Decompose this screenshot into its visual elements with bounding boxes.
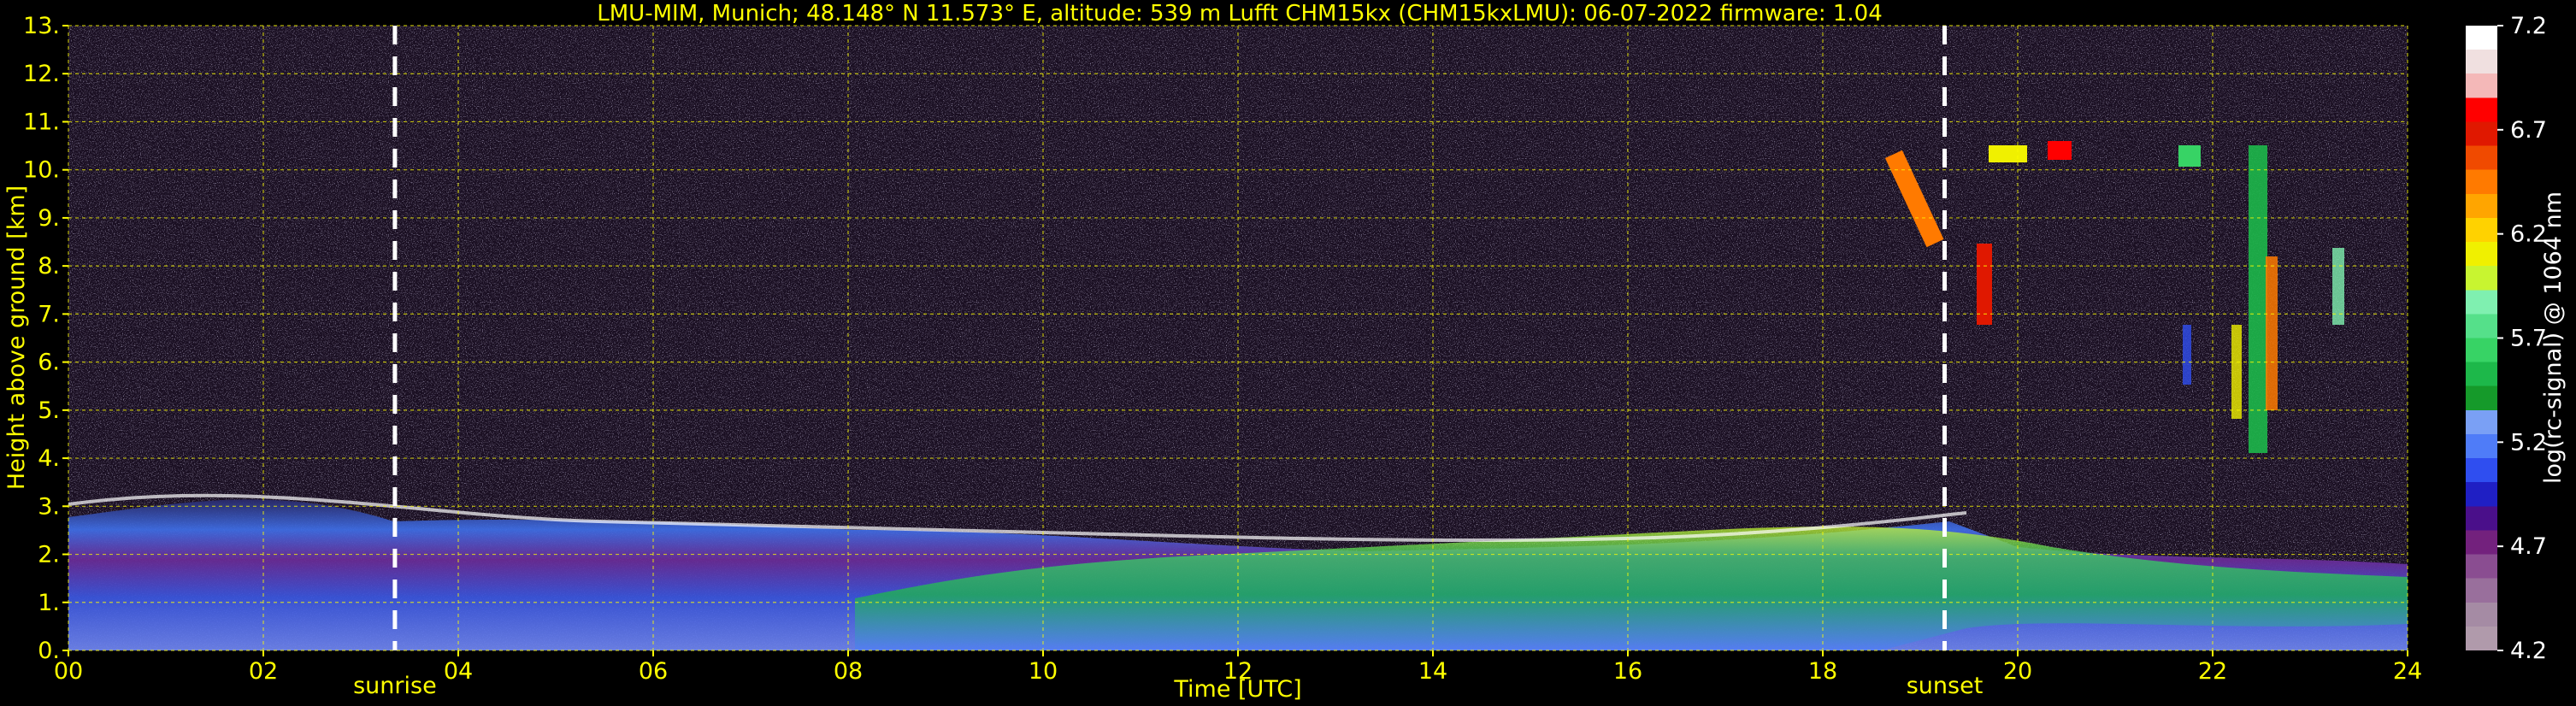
x-tick-label: 14 [1418, 658, 1447, 685]
event-label: sunrise [353, 673, 437, 699]
y-axis-label: Height above ground [km] [3, 185, 30, 490]
x-tick-label: 18 [1808, 658, 1837, 685]
cloud-streak [2048, 141, 2072, 160]
colorbar: 4.24.75.25.76.26.77.2 log(rc-signal) @ 1… [2466, 13, 2567, 664]
cloud-streak [1977, 244, 1992, 325]
colorbar-gradient [2466, 26, 2497, 650]
x-tick-label: 24 [2393, 658, 2422, 685]
cloud-streak [1989, 145, 2027, 162]
y-tick-label: 9. [38, 205, 60, 232]
x-tick-label: 04 [444, 658, 473, 685]
y-tick-label: 13. [23, 13, 60, 39]
y-tick-label: 3. [38, 493, 60, 520]
colorbar-tick-label: 4.7 [2510, 533, 2547, 560]
x-tick-label: 16 [1613, 658, 1642, 685]
x-tick-label: 00 [54, 658, 83, 685]
y-tick-label: 12. [23, 61, 60, 87]
cloud-streak [2231, 325, 2242, 419]
cloud-streak [2249, 145, 2267, 453]
y-tick-label: 5. [38, 397, 60, 424]
cloud-streak [2178, 145, 2201, 167]
colorbar-label: log(rc-signal) @ 1064 nm [2540, 191, 2567, 484]
x-tick-label: 06 [639, 658, 668, 685]
colorbar-tick-label: 7.2 [2510, 13, 2547, 39]
y-tick-label: 10. [23, 157, 60, 184]
y-tick-label: 1. [38, 590, 60, 616]
x-tick-label: 08 [834, 658, 863, 685]
x-tick-label: 22 [2198, 658, 2227, 685]
y-tick-label: 8. [38, 253, 60, 279]
cloud-streak [2332, 248, 2344, 325]
y-tick-label: 2. [38, 542, 60, 568]
y-tick-label: 11. [23, 109, 60, 135]
cloud-streak [2266, 256, 2278, 410]
cloud-streak [2183, 325, 2191, 385]
colorbar-tick-label: 6.7 [2510, 117, 2547, 144]
plot-area [68, 26, 2408, 650]
x-tick-label: 02 [249, 658, 278, 685]
y-tick-label: 4. [38, 445, 60, 472]
ceilometer-chart: LMU-MIM, Munich; 48.148° N 11.573° E, al… [3, 1, 2567, 703]
y-tick-label: 6. [38, 350, 60, 376]
event-label: sunset [1907, 673, 1984, 699]
x-axis-label: Time [UTC] [1173, 676, 1301, 703]
y-tick-label: 7. [38, 301, 60, 327]
x-tick-label: 10 [1029, 658, 1058, 685]
x-tick-label: 20 [2003, 658, 2032, 685]
chart-title: LMU-MIM, Munich; 48.148° N 11.573° E, al… [597, 1, 1882, 26]
colorbar-tick-label: 4.2 [2510, 638, 2547, 664]
